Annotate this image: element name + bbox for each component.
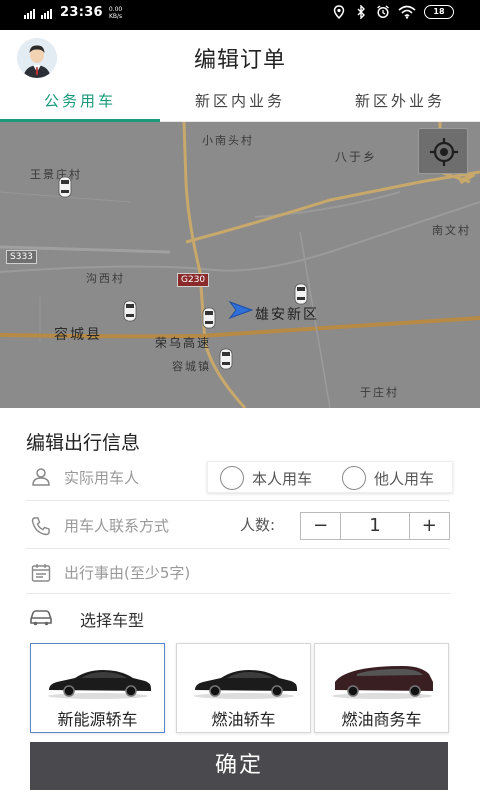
user-type-radio-group: 本人用车 他人用车 — [207, 461, 453, 493]
radio-other[interactable]: 他人用车 — [342, 466, 434, 490]
sedan-image-icon — [48, 670, 151, 699]
people-stepper: − 1 + — [300, 512, 450, 540]
select-car-row: 选择车型 — [26, 604, 450, 632]
car-option-fuel-mpv[interactable]: 燃油商务车 — [314, 643, 449, 733]
sedan-image-icon — [194, 670, 297, 699]
radio-self[interactable]: 本人用车 — [220, 466, 312, 490]
car-marker-icon — [58, 176, 72, 198]
map-label: 南文村 — [432, 224, 471, 237]
car-marker-icon — [202, 307, 216, 329]
car-option-label: 新能源轿车 — [57, 710, 138, 729]
actual-user-input[interactable]: 实际用车人 — [64, 467, 139, 488]
map-label: 王景庄村 — [30, 168, 82, 181]
form-title: 编辑出行信息 — [26, 432, 141, 454]
divider — [26, 593, 450, 594]
locate-button[interactable] — [418, 128, 468, 174]
map-label: 沟西村 — [86, 272, 125, 285]
road-tag: G230 — [177, 273, 210, 287]
road-tag: S333 — [6, 250, 37, 264]
contact-row: 用车人联系方式 人数: − 1 + — [26, 512, 450, 542]
map-label: 八于乡 — [335, 150, 378, 164]
map-roads — [0, 122, 480, 408]
calendar-icon — [31, 564, 51, 582]
select-car-label: 选择车型 — [80, 611, 145, 630]
status-bar: 23:36 0.00 KB/s 18 — [0, 0, 480, 30]
divider — [26, 548, 450, 549]
confirm-button[interactable]: 确定 — [30, 742, 448, 790]
person-icon — [32, 468, 50, 486]
map-label: 荣乌高速 — [155, 336, 212, 350]
bluetooth-icon — [357, 5, 365, 19]
alarm-icon — [377, 5, 389, 19]
car-type-options: 新能源轿车 燃油轿车 燃油商务车 — [30, 643, 450, 733]
car-option-ev-sedan[interactable]: 新能源轿车 — [30, 643, 165, 733]
increment-button[interactable]: + — [410, 513, 449, 539]
car-marker-icon — [219, 348, 233, 370]
contact-input[interactable]: 用车人联系方式 — [64, 515, 169, 536]
crosshair-icon — [430, 138, 458, 166]
clock: 23:36 — [60, 5, 103, 20]
decrement-button[interactable]: − — [301, 513, 340, 539]
signal-icon — [41, 7, 52, 19]
tab-bar: 公务用车 新区内业务 新区外业务 — [0, 82, 480, 122]
location-icon — [333, 5, 345, 19]
network-speed: 0.00 KB/s — [108, 5, 123, 20]
app-header: 编辑订单 — [0, 30, 480, 82]
signal-icon — [24, 7, 35, 19]
map-label: 容城县 — [54, 327, 102, 343]
car-icon — [30, 610, 52, 626]
radio-circle — [220, 466, 244, 490]
car-marker-icon — [294, 283, 308, 305]
map-view[interactable]: 小南头村 八于乡 王景庄村 南文村 沟西村 容城县 雄安新区 荣乌高速 容城镇 … — [0, 122, 480, 408]
page-title: 编辑订单 — [193, 48, 286, 73]
car-option-fuel-sedan[interactable]: 燃油轿车 — [176, 643, 311, 733]
car-option-label: 燃油商务车 — [341, 710, 422, 729]
current-location-arrow-icon — [228, 300, 254, 320]
reason-input[interactable]: 出行事由(至少5字) — [64, 562, 190, 583]
map-label: 于庄村 — [360, 386, 399, 399]
battery-indicator: 18 — [424, 5, 454, 19]
car-option-label: 燃油轿车 — [211, 710, 276, 729]
map-label: 小南头村 — [202, 134, 254, 147]
phone-icon — [31, 517, 50, 536]
divider — [26, 500, 450, 501]
wifi-icon — [398, 5, 416, 19]
reason-row: 出行事由(至少5字) — [26, 558, 450, 588]
map-label: 雄安新区 — [255, 307, 319, 323]
tab-official-car[interactable]: 公务用车 — [0, 82, 160, 122]
people-count-label: 人数: — [240, 516, 276, 534]
mpv-image-icon — [332, 666, 433, 699]
radio-circle — [342, 466, 366, 490]
people-count-value[interactable]: 1 — [340, 513, 410, 539]
tab-outside-new-area[interactable]: 新区外业务 — [320, 82, 480, 121]
tab-inside-new-area[interactable]: 新区内业务 — [160, 82, 320, 121]
user-row: 实际用车人 本人用车 他人用车 — [26, 461, 453, 495]
car-marker-icon — [123, 300, 137, 322]
map-label: 容城镇 — [172, 360, 211, 373]
